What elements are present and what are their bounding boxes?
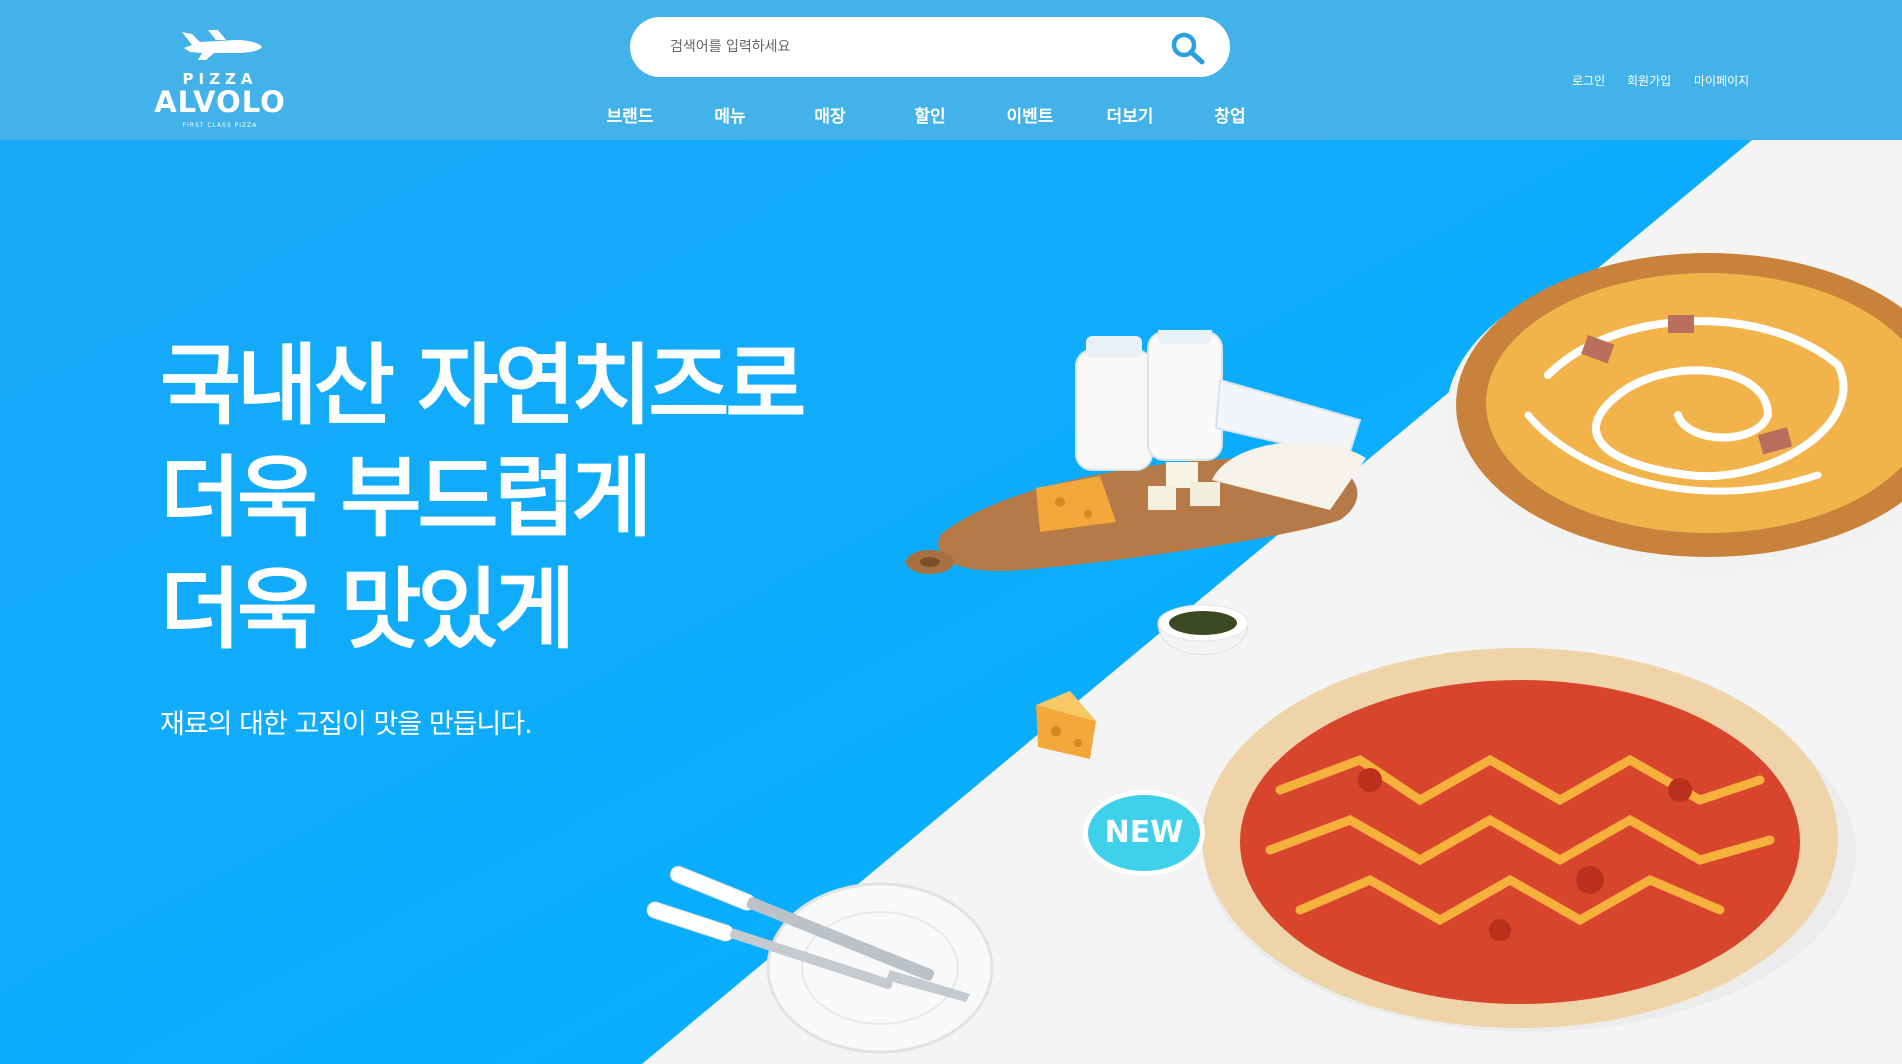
plate-cutlery-image <box>646 865 994 1054</box>
nav-item-brand[interactable]: 브랜드 <box>580 102 680 127</box>
site-header: PIZZA ALVOLO FIRST CLASS PIZZA 브랜드 메뉴 매장… <box>0 0 1902 140</box>
signup-link[interactable]: 회원가입 <box>1627 72 1671 89</box>
nav-item-franchise[interactable]: 창업 <box>1180 102 1280 127</box>
cheese-board-image <box>906 330 1366 574</box>
logo-tagline: FIRST CLASS PIZZA <box>182 122 258 129</box>
search-icon[interactable] <box>1168 30 1208 66</box>
hero-headline: 국내산 자연치즈로 더욱 부드럽게 더욱 맛있게 <box>160 330 806 666</box>
hero-headline-line2: 더욱 부드럽게 <box>160 446 652 549</box>
plane-icon <box>182 30 262 60</box>
spicy-pizza-image <box>1202 648 1856 1032</box>
brand-logo[interactable]: PIZZA ALVOLO FIRST CLASS PIZZA <box>150 22 290 132</box>
nav-item-discount[interactable]: 할인 <box>880 102 980 127</box>
login-link[interactable]: 로그인 <box>1572 72 1605 89</box>
hero-subtitle: 재료의 대한 고집이 맛을 만듭니다. <box>160 709 533 740</box>
potato-pizza-image <box>1446 253 1902 573</box>
nav-item-more[interactable]: 더보기 <box>1080 102 1180 127</box>
mypage-link[interactable]: 마이페이지 <box>1694 72 1749 89</box>
hero-headline-line3: 더욱 맛있게 <box>160 558 575 661</box>
cheese-wedge-image <box>1036 691 1096 759</box>
logo-name: ALVOLO <box>154 85 286 119</box>
search-input[interactable] <box>670 17 1150 77</box>
search-bar <box>630 17 1230 77</box>
new-badge: NEW <box>1083 790 1205 876</box>
nav-item-menu[interactable]: 메뉴 <box>680 102 780 127</box>
nav-item-store[interactable]: 매장 <box>780 102 880 127</box>
nav-item-event[interactable]: 이벤트 <box>980 102 1080 127</box>
hero-banner[interactable]: NEW 국내산 자연치즈로 더욱 부드럽게 더욱 맛있게 재료의 대한 고집이 … <box>0 140 1902 1064</box>
hero-headline-line1: 국내산 자연치즈로 <box>160 334 806 437</box>
hero-copy: 국내산 자연치즈로 더욱 부드럽게 더욱 맛있게 재료의 대한 고집이 맛을 만… <box>160 330 806 741</box>
